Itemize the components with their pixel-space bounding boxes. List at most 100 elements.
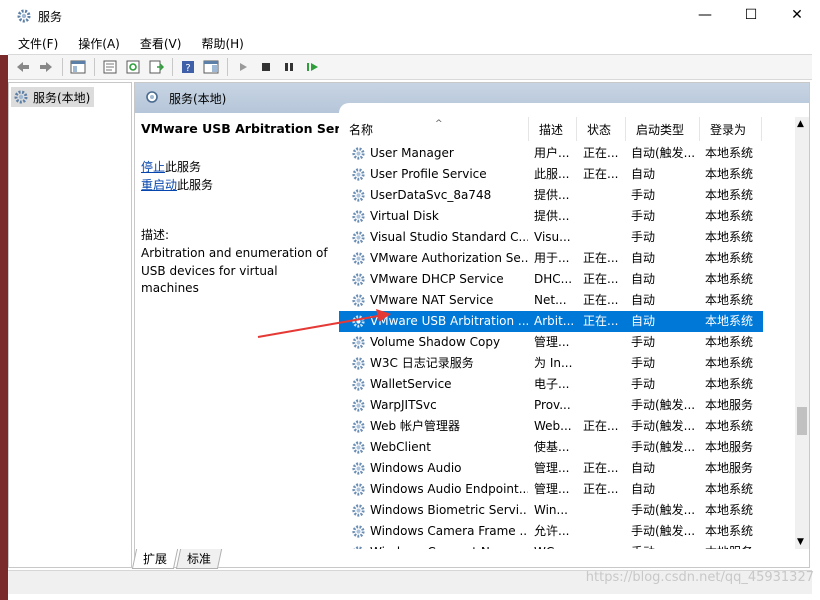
menu-view[interactable]: 查看(V): [130, 35, 192, 52]
table-row[interactable]: Web 帐户管理器 Web... 正在... 手动(触发... 本地系统: [339, 416, 763, 437]
tree-item-services-local[interactable]: 服务(本地): [11, 87, 95, 107]
stop-service-icon[interactable]: [255, 57, 277, 77]
table-row[interactable]: VMware USB Arbitration ... Arbit... 正在... 自…: [339, 311, 763, 332]
scrollbar-thumb[interactable]: [797, 407, 807, 435]
service-log-on-as: 本地服务: [705, 398, 754, 412]
forward-arrow-icon[interactable]: [35, 57, 57, 77]
service-startup-type: 手动: [631, 542, 701, 549]
table-row[interactable]: Windows Connect Now... WC... 手动本地服务: [339, 542, 763, 549]
service-log-on-as: 本地系统: [705, 272, 754, 286]
restart-service-link[interactable]: 重启动: [141, 178, 177, 192]
pause-service-icon[interactable]: [278, 57, 300, 77]
service-log-on-as: 本地系统: [705, 230, 754, 244]
service-description-pane: VMware USB Arbitration Service 停止此服务 重启动…: [141, 121, 369, 298]
service-log-on-as: 本地服务: [705, 440, 754, 454]
table-row[interactable]: Windows Audio 管理... 正在... 自动 本地服务: [339, 458, 763, 479]
service-name: User Profile Service: [370, 167, 487, 181]
service-name: VMware DHCP Service: [370, 272, 504, 286]
show-hide-action-pane-icon[interactable]: [200, 57, 222, 77]
column-header-status[interactable]: 状态: [577, 117, 626, 141]
toolbar-divider: [172, 58, 173, 76]
service-name: Windows Audio Endpoint...: [370, 482, 528, 496]
close-button[interactable]: ✕: [774, 0, 820, 30]
table-row[interactable]: WebClient 使基... 手动(触发... 本地服务: [339, 437, 763, 458]
restart-service-icon[interactable]: [301, 57, 323, 77]
back-arrow-icon[interactable]: [12, 57, 34, 77]
service-description: 管理...: [534, 482, 570, 496]
service-description: 用于...: [534, 251, 570, 265]
service-log-on-as: 本地系统: [705, 188, 754, 202]
console-tree-icon[interactable]: [67, 57, 89, 77]
table-row[interactable]: User Profile Service 此服... 正在... 自动 本地系统: [339, 164, 763, 185]
view-tabs: 扩展 标准: [131, 549, 223, 569]
column-header-label: 名称: [349, 122, 374, 137]
properties-icon[interactable]: [99, 57, 121, 77]
service-name: WarpJITSvc: [370, 398, 437, 412]
service-startup-type: 手动(触发...: [631, 440, 696, 454]
table-row[interactable]: VMware DHCP Service DHC... 正在... 自动 本地系统: [339, 269, 763, 290]
tab-extended[interactable]: 扩展: [131, 549, 179, 569]
menu-file[interactable]: 文件(F): [8, 35, 68, 52]
scroll-up-icon[interactable]: ▲: [797, 119, 804, 129]
service-log-on-as: 本地系统: [705, 209, 754, 223]
restart-link-suffix: 此服务: [177, 178, 214, 192]
toolbar-divider: [227, 58, 228, 76]
table-row[interactable]: WarpJITSvc Prov... 手动(触发... 本地服务: [339, 395, 763, 416]
table-row[interactable]: Visual Studio Standard C... Visu... 手动 本地系统: [339, 227, 763, 248]
help-icon[interactable]: ?: [177, 57, 199, 77]
service-startup-type: 自动: [631, 461, 656, 475]
table-row[interactable]: Windows Biometric Servi... Win... 手动(触发...…: [339, 500, 763, 521]
service-status: [583, 227, 629, 248]
service-description: Web...: [534, 419, 572, 433]
stop-service-link[interactable]: 停止: [141, 160, 165, 174]
stop-link-suffix: 此服务: [165, 160, 202, 174]
menu-action[interactable]: 操作(A): [68, 35, 130, 52]
service-description: 此服...: [534, 167, 570, 181]
vertical-scrollbar[interactable]: ▲ ▼: [795, 117, 809, 549]
table-row[interactable]: Windows Audio Endpoint... 管理... 正在... 自动 本地系…: [339, 479, 763, 500]
services-gear-icon: [14, 90, 28, 104]
service-gear-icon: [352, 147, 365, 160]
refresh-icon[interactable]: [122, 57, 144, 77]
column-header-startup-type[interactable]: 启动类型: [626, 117, 700, 141]
service-startup-type: 自动: [631, 482, 656, 496]
table-row[interactable]: W3C 日志记录服务 为 In... 手动 本地系统: [339, 353, 763, 374]
table-row[interactable]: WalletService 电子... 手动 本地系统: [339, 374, 763, 395]
service-startup-type: 自动: [631, 314, 656, 328]
service-name: Windows Connect Now...: [370, 542, 528, 549]
scroll-down-icon[interactable]: ▼: [797, 537, 804, 547]
service-status: [583, 521, 629, 542]
start-service-icon[interactable]: [232, 57, 254, 77]
column-header-name[interactable]: 名称: [339, 117, 529, 141]
toolbar: ?: [8, 54, 812, 80]
service-log-on-as: 本地系统: [705, 482, 754, 496]
menu-help[interactable]: 帮助(H): [191, 35, 253, 52]
table-row[interactable]: UserDataSvc_8a748 提供... 手动 本地系统: [339, 185, 763, 206]
service-startup-type: 手动: [631, 230, 656, 244]
minimize-button[interactable]: —: [682, 0, 728, 30]
table-row[interactable]: VMware NAT Service Net... 正在... 自动 本地系统: [339, 290, 763, 311]
table-row[interactable]: Volume Shadow Copy 管理... 手动 本地系统: [339, 332, 763, 353]
service-gear-icon: [352, 357, 365, 370]
service-gear-icon: [352, 273, 365, 286]
tab-standard[interactable]: 标准: [175, 549, 223, 569]
maximize-button[interactable]: ☐: [728, 0, 774, 30]
export-list-icon[interactable]: [145, 57, 167, 77]
service-gear-icon: [352, 420, 365, 433]
service-status: [583, 542, 629, 549]
selected-service-title: VMware USB Arbitration Service: [141, 121, 369, 136]
window-title: 服务: [38, 9, 63, 24]
service-log-on-as: 本地系统: [705, 251, 754, 265]
column-header-log-on-as[interactable]: 登录为: [700, 117, 762, 141]
table-row[interactable]: Windows Camera Frame ... 允许... 手动(触发... 本地系…: [339, 521, 763, 542]
table-row[interactable]: VMware Authorization Se... 用于... 正在... 自动 本地…: [339, 248, 763, 269]
menu-bar: 文件(F) 操作(A) 查看(V) 帮助(H): [8, 32, 812, 54]
service-gear-icon: [352, 441, 365, 454]
table-row[interactable]: User Manager 用户... 正在... 自动(触发... 本地系统: [339, 143, 763, 164]
service-description: 管理...: [534, 461, 570, 475]
column-header-description[interactable]: 描述: [529, 117, 577, 141]
watermark-text: https://blog.csdn.net/qq_45931327: [585, 570, 814, 585]
service-status: [583, 185, 629, 206]
table-row[interactable]: Virtual Disk 提供... 手动 本地系统: [339, 206, 763, 227]
service-status: 正在...: [583, 272, 619, 286]
